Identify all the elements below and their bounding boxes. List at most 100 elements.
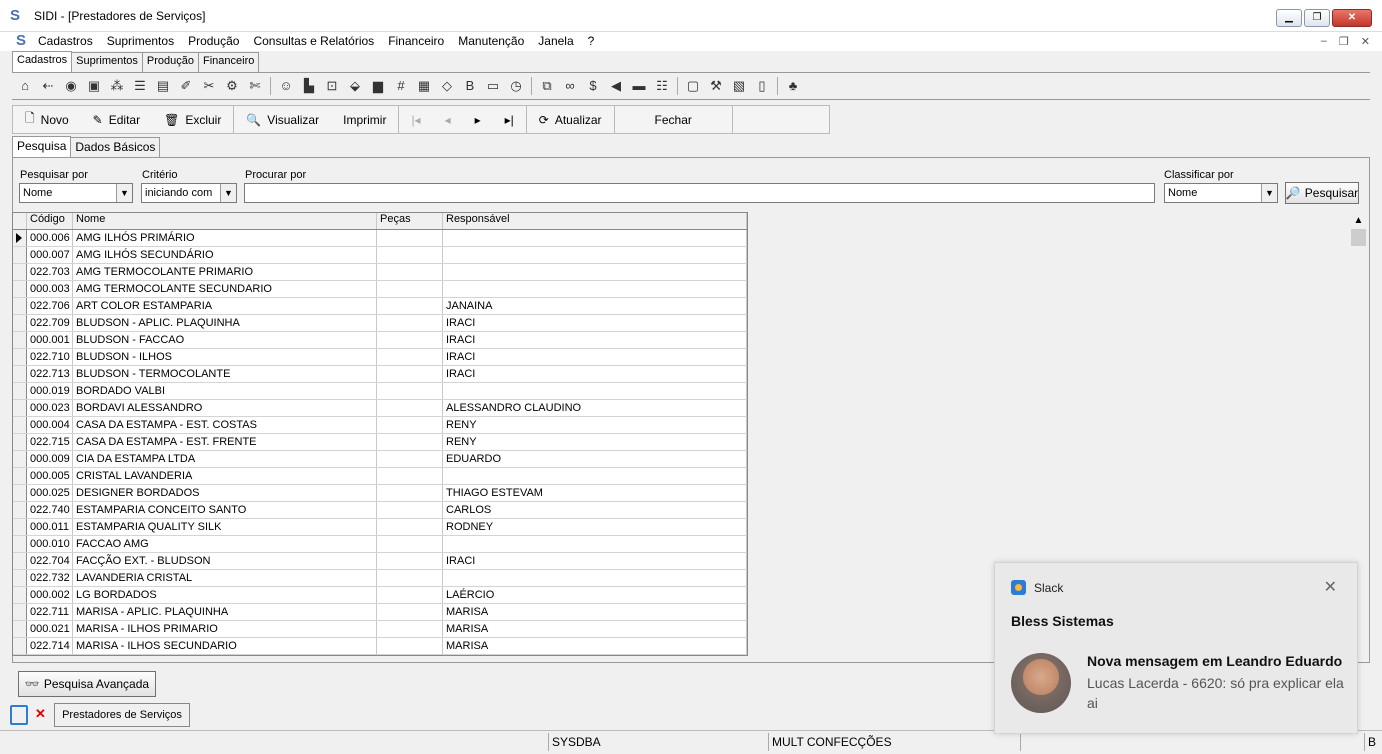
table-row[interactable]: 000.006 AMG ILHÓS PRIMÁRIO <box>13 230 747 247</box>
menu-item[interactable]: Janela <box>538 34 573 48</box>
slack-notification[interactable]: Slack ✕ Bless Sistemas Nova mensagem em … <box>994 562 1358 734</box>
criteria-select[interactable]: iniciando com ▼ <box>141 183 237 203</box>
prev-record-button[interactable]: ◂ <box>433 106 463 133</box>
close-button[interactable]: ✕ <box>1332 9 1372 27</box>
table-row[interactable]: 000.002 LG BORDADOS LAÉRCIO <box>13 587 747 604</box>
tab-module[interactable]: Suprimentos <box>71 52 143 72</box>
bold-icon[interactable]: B <box>462 78 478 94</box>
close-window-icon[interactable]: ✕ <box>35 706 46 722</box>
table-row[interactable]: 000.004 CASA DA ESTAMPA - EST. COSTAS RENY <box>13 417 747 434</box>
settings-icon[interactable]: ☷ <box>654 78 670 94</box>
frame-icon[interactable]: ⊡ <box>324 78 340 94</box>
sort-by-select[interactable]: Nome ▼ <box>1164 183 1278 203</box>
tab-module[interactable]: Cadastros <box>12 51 73 72</box>
menu-item[interactable]: Produção <box>188 34 239 48</box>
report-icon[interactable]: ▧ <box>731 78 747 94</box>
restore-button[interactable]: ❐ <box>1304 9 1330 27</box>
edit-button[interactable]: ✎ Editar <box>81 106 152 133</box>
doc-icon[interactable]: ▯ <box>754 78 770 94</box>
minimize-button[interactable]: ▁ <box>1276 9 1302 27</box>
mdi-minimize-button[interactable]: – <box>1321 35 1327 48</box>
tab-module[interactable]: Financeiro <box>198 52 260 72</box>
paint-bucket-icon[interactable]: ⬙ <box>347 78 363 94</box>
calculator-icon[interactable]: ▦ <box>416 78 432 94</box>
link-icon[interactable]: ∞ <box>562 78 578 94</box>
window-list-icon[interactable] <box>10 705 28 725</box>
preview-button[interactable]: 🔍 Visualizar <box>234 106 331 133</box>
list-icon[interactable]: ☰ <box>132 78 148 94</box>
mdi-close-button[interactable]: ✕ <box>1361 35 1370 48</box>
menu-item[interactable]: Suprimentos <box>107 34 174 48</box>
table-row[interactable]: 022.709 BLUDSON - APLIC. PLAQUINHA IRACI <box>13 315 747 332</box>
column-header[interactable]: Nome <box>73 213 377 229</box>
column-header[interactable]: Código <box>27 213 73 229</box>
table-row[interactable]: 022.714 MARISA - ILHOS SECUNDARIO MARISA <box>13 638 747 655</box>
table-row[interactable]: 000.003 AMG TERMOCOLANTE SECUNDARIO <box>13 281 747 298</box>
paint-icon[interactable]: ✐ <box>178 78 194 94</box>
tab-content[interactable]: Dados Básicos <box>70 137 161 157</box>
menu-item[interactable]: Manutenção <box>458 34 524 48</box>
table-row[interactable]: 022.706 ART COLOR ESTAMPARIA JANAINA <box>13 298 747 315</box>
window-tab-prestadores[interactable]: Prestadores de Serviços <box>54 703 190 727</box>
column-header[interactable]: Responsável <box>443 213 747 229</box>
tab-content[interactable]: Pesquisa <box>12 136 72 157</box>
scissors-icon[interactable]: ✄ <box>247 78 263 94</box>
dollar-icon[interactable]: $ <box>585 78 601 94</box>
menu-item[interactable]: Consultas e Relatórios <box>253 34 374 48</box>
arrow-icon[interactable]: ⇠ <box>40 78 56 94</box>
home-icon[interactable]: ⌂ <box>17 78 33 94</box>
last-record-button[interactable]: ▸| <box>493 106 526 133</box>
image-icon[interactable]: ▣ <box>86 78 102 94</box>
menu-item[interactable]: Cadastros <box>38 34 93 48</box>
table-row[interactable]: 022.713 BLUDSON - TERMOCOLANTE IRACI <box>13 366 747 383</box>
menu-item[interactable]: ? <box>588 34 595 48</box>
table-row[interactable]: 022.740 ESTAMPARIA CONCEITO SANTO CARLOS <box>13 502 747 519</box>
search-input[interactable] <box>244 183 1155 203</box>
chart-icon[interactable]: ▙ <box>301 78 317 94</box>
first-record-button[interactable]: |◂ <box>399 106 432 133</box>
copy-icon[interactable]: ⧉ <box>539 78 555 94</box>
tab-module[interactable]: Produção <box>141 52 199 72</box>
refresh-button[interactable]: ⟳ Atualizar <box>527 106 614 133</box>
smile-icon[interactable]: ☺ <box>278 78 294 94</box>
table-row[interactable]: 022.710 BLUDSON - ILHOS IRACI <box>13 349 747 366</box>
search-by-select[interactable]: Nome ▼ <box>19 183 133 203</box>
scroll-thumb[interactable] <box>1351 229 1366 246</box>
tools-icon[interactable]: ⚒ <box>708 78 724 94</box>
users-icon[interactable]: ♣ <box>785 78 801 94</box>
close-icon[interactable]: ✕ <box>1324 577 1337 597</box>
table-row[interactable]: 000.007 AMG ILHÓS SECUNDÁRIO <box>13 247 747 264</box>
table-row[interactable]: 000.009 CIA DA ESTAMPA LTDA EDUARDO <box>13 451 747 468</box>
grid-icon[interactable]: # <box>393 78 409 94</box>
cfop-icon[interactable]: ▬ <box>631 78 647 94</box>
advanced-search-button[interactable]: 👓 Pesquisa Avançada <box>18 671 156 697</box>
providers-grid[interactable]: Código Nome Peças Responsável 000.006 AMG IL… <box>12 212 748 656</box>
mdi-restore-button[interactable]: ❐ <box>1339 35 1349 48</box>
tool-icon[interactable]: ✂ <box>201 78 217 94</box>
menu-item[interactable]: Financeiro <box>388 34 444 48</box>
print-button[interactable]: Imprimir <box>331 106 398 133</box>
table-row[interactable]: 022.711 MARISA - APLIC. PLAQUINHA MARISA <box>13 604 747 621</box>
table-row[interactable]: 022.715 CASA DA ESTAMPA - EST. FRENTE RENY <box>13 434 747 451</box>
table-row[interactable]: 000.010 FACCAO AMG <box>13 536 747 553</box>
column-header[interactable]: Peças <box>377 213 443 229</box>
table-row[interactable]: 000.023 BORDAVI ALESSANDRO ALESSANDRO CLAU… <box>13 400 747 417</box>
search-button[interactable]: 🔎 Pesquisar <box>1285 182 1359 204</box>
tag-icon[interactable]: ◇ <box>439 78 455 94</box>
table-row[interactable]: 000.021 MARISA - ILHOS PRIMARIO MARISA <box>13 621 747 638</box>
new-button[interactable]: 🗋 Novo <box>13 106 81 133</box>
network-icon[interactable]: ⁂ <box>109 78 125 94</box>
table-row[interactable]: 022.732 LAVANDERIA CRISTAL <box>13 570 747 587</box>
scroll-up-icon[interactable]: ▲ <box>1350 212 1367 229</box>
table-row[interactable]: 000.001 BLUDSON - FACCAO IRACI <box>13 332 747 349</box>
table-row[interactable]: 000.019 BORDADO VALBI <box>13 383 747 400</box>
gear-icon[interactable]: ⚙ <box>224 78 240 94</box>
delete-button[interactable]: 🗑 Excluir <box>152 106 233 133</box>
close-form-button[interactable]: Fechar <box>615 106 732 133</box>
arrow-left-icon[interactable]: ◀ <box>608 78 624 94</box>
book-icon[interactable]: ▆ <box>370 78 386 94</box>
table-row[interactable]: 022.704 FACÇÃO EXT. - BLUDSON IRACI <box>13 553 747 570</box>
table-row[interactable]: 022.703 AMG TERMOCOLANTE PRIMARIO <box>13 264 747 281</box>
table-row[interactable]: 000.025 DESIGNER BORDADOS THIAGO ESTEVAM <box>13 485 747 502</box>
search-icon[interactable]: ◉ <box>63 78 79 94</box>
